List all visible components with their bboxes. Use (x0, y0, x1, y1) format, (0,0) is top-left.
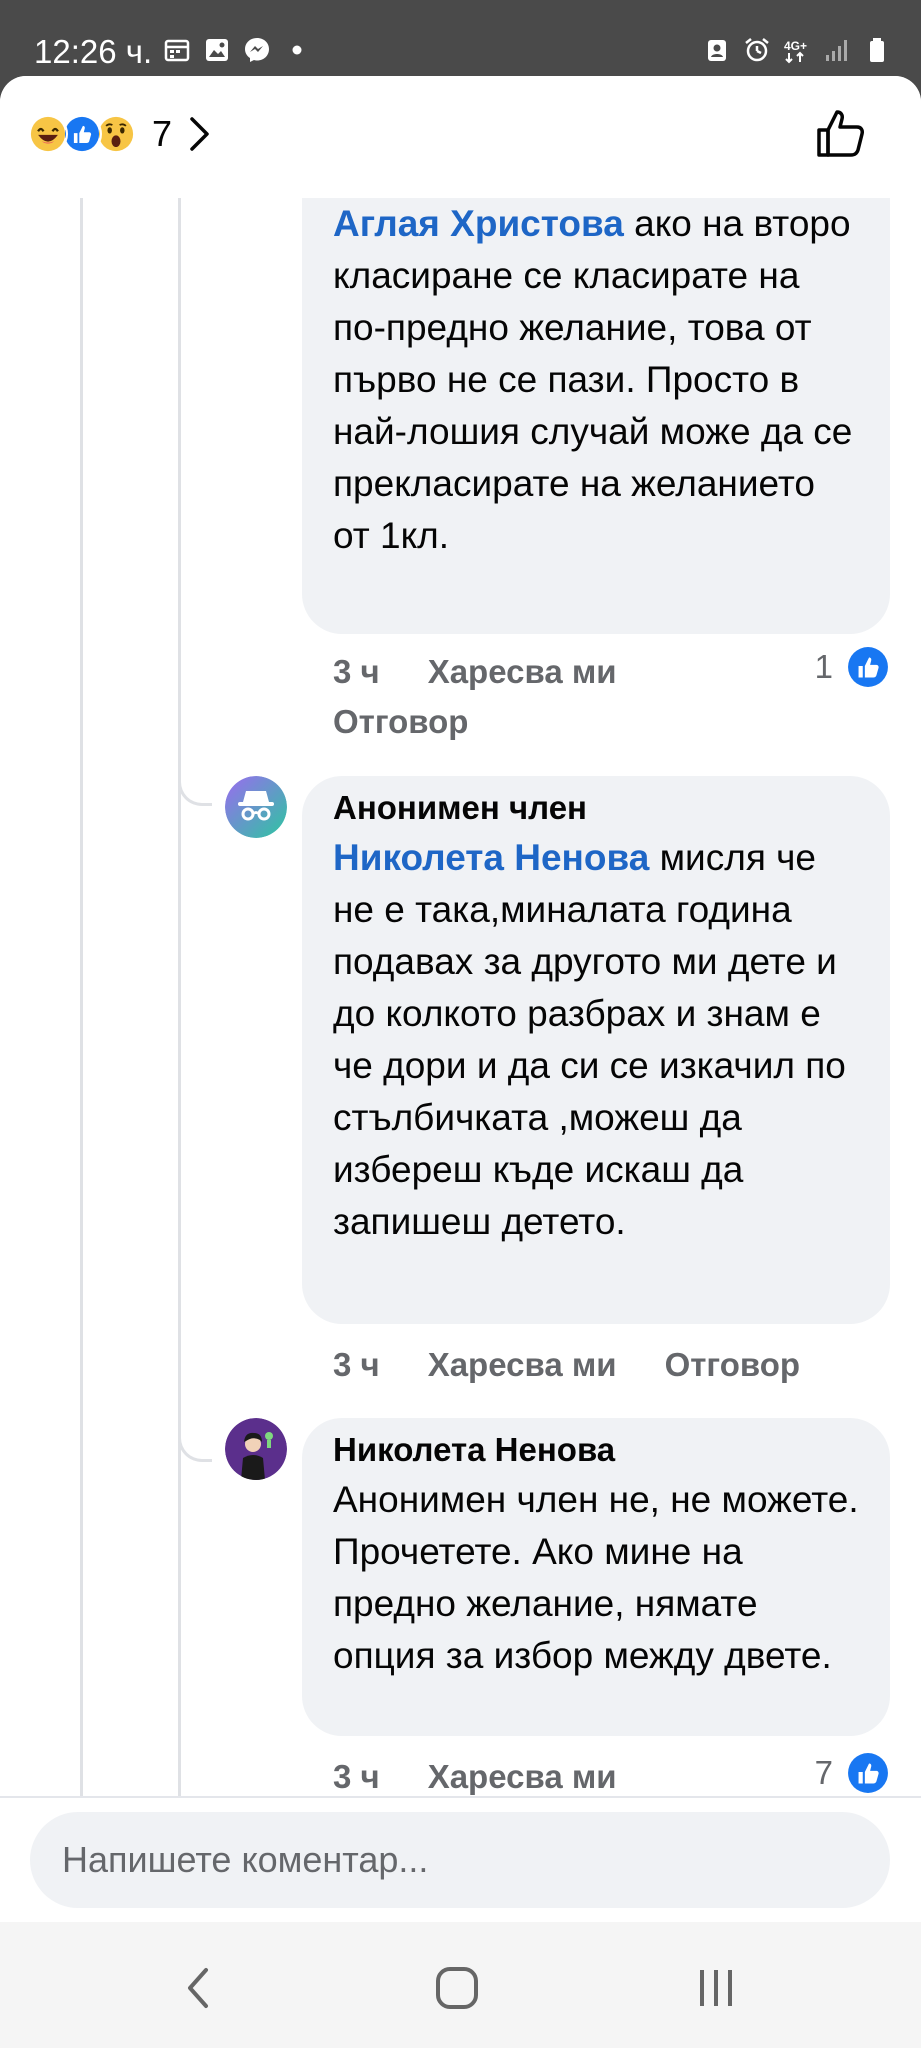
signal-icon (826, 40, 847, 61)
comment-author[interactable]: Николета Ненова (333, 1426, 860, 1474)
like-count: 7 (814, 1754, 833, 1791)
reaction-count: 7 (152, 113, 173, 154)
alarm-icon (745, 38, 769, 62)
back-icon[interactable] (174, 1962, 226, 2014)
thread-line (80, 198, 83, 1796)
like-button-icon[interactable] (813, 106, 869, 162)
reply-action[interactable]: Отговор (333, 703, 468, 740)
network-4g-icon: 4G+ (784, 39, 807, 64)
haha-reaction-icon (28, 114, 68, 154)
thread-connector (178, 776, 212, 806)
mention-link[interactable]: Аглая Христова (333, 203, 624, 244)
wow-reaction-icon (96, 114, 136, 154)
comment-composer: Напишете коментар... (0, 1796, 921, 1922)
like-reaction-icon (62, 114, 102, 154)
comment-time: 3 ч (333, 1346, 380, 1383)
comments-sheet: 7 Аглая Христова ако на второ класиране … (0, 76, 921, 2048)
chevron-right-icon (190, 117, 209, 151)
recent-apps-icon[interactable] (690, 1962, 742, 2014)
svg-text:4G+: 4G+ (784, 39, 807, 53)
anonymous-avatar[interactable] (225, 776, 287, 838)
thread-line (178, 802, 181, 1458)
calendar-icon (164, 39, 190, 62)
comment-time: 3 ч (333, 653, 380, 690)
like-action[interactable]: Харесва ми (428, 653, 617, 690)
gallery-icon (206, 39, 228, 61)
comment-text: Аглая Христова ако на второ класиране се… (333, 203, 853, 556)
like-action[interactable]: Харесва ми (428, 1346, 617, 1383)
like-action[interactable]: Харесва ми (428, 1758, 617, 1795)
like-badge-icon (848, 647, 888, 687)
reactions-summary[interactable]: 7 (28, 113, 212, 155)
battery-icon (870, 38, 884, 62)
comment-bubble: Николета Ненова Анонимен член не, не мож… (302, 1418, 890, 1736)
comment-actions: 3 ч Харесва ми Отговор (333, 1340, 848, 1390)
thread-line (178, 198, 181, 802)
messenger-icon (245, 38, 269, 62)
comment-text: Анонимен член не, не можете. Прочетете. … (333, 1479, 859, 1676)
contacts-icon (708, 40, 726, 61)
status-bar: 12:26 ч. 4G+ (0, 0, 921, 76)
thread-line (178, 1458, 181, 1796)
comment-actions: 3 ч Харесва ми (333, 1752, 665, 1802)
comment-bubble: Анонимен член Николета Ненова мисля че н… (302, 776, 890, 1324)
like-count: 1 (814, 648, 833, 685)
comment-time: 3 ч (333, 1758, 380, 1795)
user-avatar[interactable] (225, 1418, 287, 1480)
comment-input[interactable]: Напишете коментар... (30, 1812, 890, 1908)
comment-text: Николета Ненова мисля че не е така,минал… (333, 837, 846, 1242)
dot-icon (292, 45, 302, 55)
comment-bubble: Аглая Христова ако на второ класиране се… (302, 146, 890, 634)
thread-connector (178, 1432, 212, 1462)
system-nav-bar (0, 1922, 921, 2048)
mention-link[interactable]: Николета Ненова (333, 837, 649, 878)
like-badge-icon (848, 1753, 888, 1793)
home-icon[interactable] (431, 1962, 483, 2014)
comment-actions: 3 ч Харесва ми Отговор (333, 647, 665, 747)
comment-like-count[interactable]: 1 (815, 646, 889, 688)
comment-like-count[interactable]: 7 (815, 1752, 889, 1794)
reply-action[interactable]: Отговор (665, 1346, 800, 1383)
reactions-header: 7 (0, 76, 921, 198)
comment-author[interactable]: Анонимен член (333, 784, 860, 832)
status-time: 12:26 ч. (34, 33, 153, 70)
